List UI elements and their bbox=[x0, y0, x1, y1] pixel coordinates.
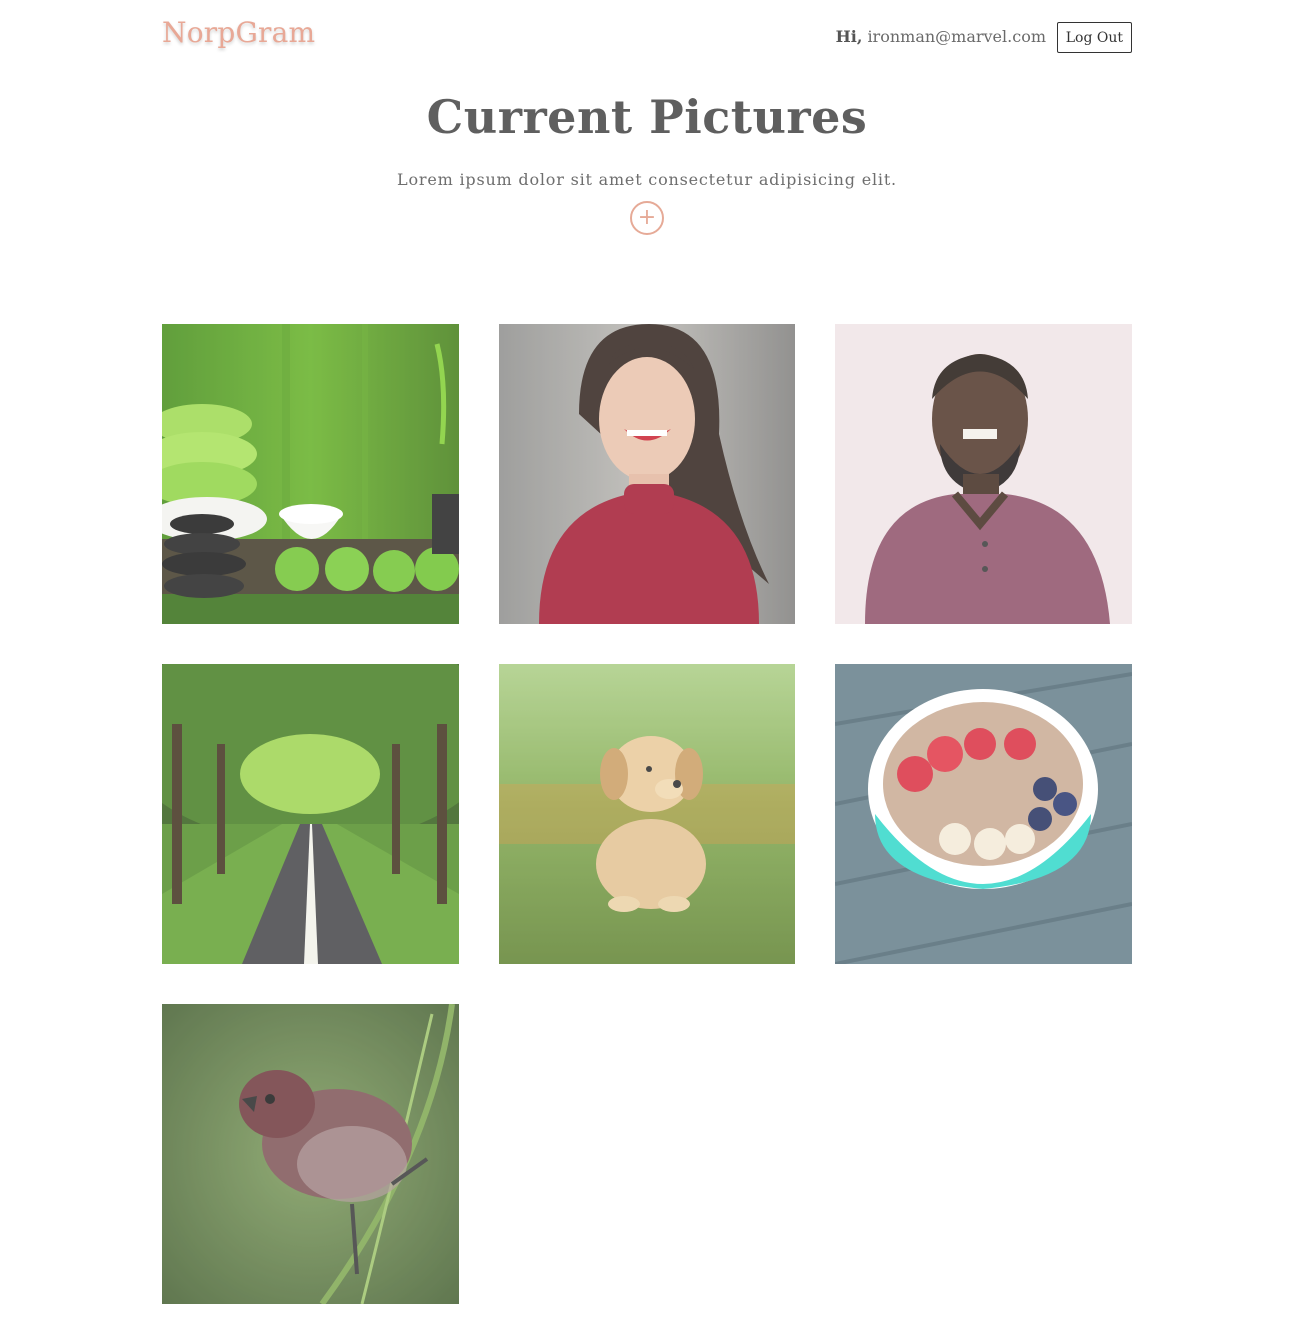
picture-tile-puppy[interactable] bbox=[499, 664, 795, 964]
picture-tile-bird[interactable] bbox=[162, 1004, 459, 1304]
tree-lined-road-image bbox=[162, 664, 459, 964]
golden-puppy-image bbox=[499, 664, 795, 964]
brand-logo[interactable]: NorpGram bbox=[162, 16, 315, 49]
page-subtitle: Lorem ipsum dolor sit amet consectetur a… bbox=[397, 170, 897, 189]
user-email: ironman@marvel.com bbox=[867, 27, 1046, 46]
smiling-man-image bbox=[835, 324, 1132, 624]
picture-tile-spa[interactable] bbox=[162, 324, 459, 624]
page-container: NorpGram Hi, ironman@marvel.com Log Out C… bbox=[162, 0, 1132, 1304]
picture-tile-woman[interactable] bbox=[499, 324, 795, 624]
top-navbar: NorpGram Hi, ironman@marvel.com Log Out bbox=[162, 0, 1132, 70]
picture-grid bbox=[162, 324, 1132, 1304]
spa-stones-image bbox=[162, 324, 459, 624]
picture-tile-man[interactable] bbox=[835, 324, 1132, 624]
user-greeting: Hi, ironman@marvel.com bbox=[836, 27, 1046, 46]
picture-tile-bowl[interactable] bbox=[835, 664, 1132, 964]
picture-tile-road[interactable] bbox=[162, 664, 459, 964]
page-title: Current Pictures bbox=[426, 90, 868, 144]
plus-circle-icon: + bbox=[637, 205, 657, 230]
smiling-woman-image bbox=[499, 324, 795, 624]
greeting-label: Hi, bbox=[835, 27, 863, 46]
perched-bird-image bbox=[162, 1004, 459, 1304]
logout-button[interactable]: Log Out bbox=[1056, 22, 1132, 53]
hero-section: Current Pictures Lorem ipsum dolor sit a… bbox=[162, 90, 1132, 235]
fruit-bowl-image bbox=[835, 664, 1132, 964]
add-picture-button[interactable]: + bbox=[630, 201, 664, 235]
